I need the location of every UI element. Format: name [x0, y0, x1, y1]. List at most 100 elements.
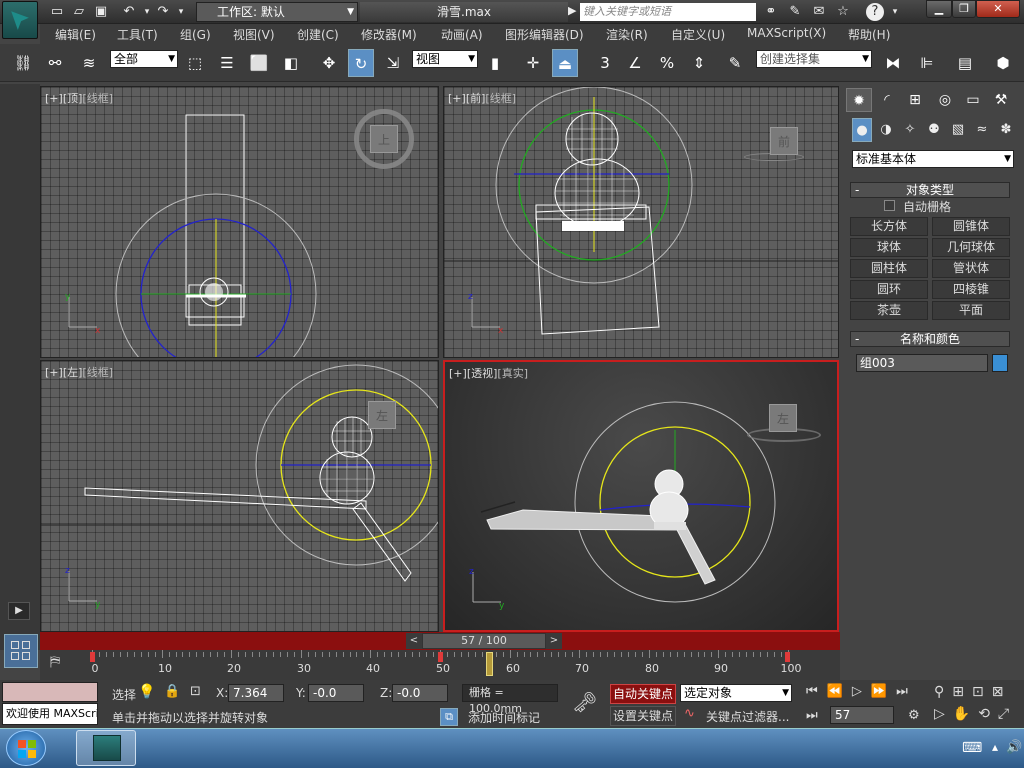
plane-button[interactable]: 平面 — [932, 301, 1010, 320]
motion-tab-icon[interactable]: ◎ — [932, 88, 958, 112]
menu-help[interactable]: 帮助(H) — [848, 26, 890, 43]
shapes-icon[interactable]: ◑ — [876, 118, 896, 142]
teapot-button[interactable]: 茶壶 — [850, 301, 928, 320]
volume-icon[interactable]: 🔊 — [1006, 740, 1022, 755]
time-configuration-icon[interactable]: ⚙ — [908, 708, 920, 723]
save-icon[interactable]: ▣ — [92, 3, 110, 21]
create-tab-icon[interactable]: ✹ — [846, 88, 872, 112]
systems-icon[interactable]: ✽ — [996, 118, 1016, 142]
pyramid-button[interactable]: 四棱锥 — [932, 280, 1010, 299]
helpers-icon[interactable]: ▧ — [948, 118, 968, 142]
viewport-perspective[interactable]: [+][透视][真实] zy 左 — [443, 360, 839, 632]
select-and-rotate-icon[interactable]: ↻ — [348, 49, 374, 77]
menu-customize[interactable]: 自定义(U) — [671, 26, 725, 43]
time-tag-icon[interactable]: ⧉ — [440, 708, 458, 726]
viewport-layout-icon[interactable] — [4, 634, 38, 668]
time-slider-thumb[interactable]: 57 / 100 — [422, 633, 546, 649]
key-filters-button[interactable]: 关键点过滤器... — [706, 708, 789, 725]
set-key-button[interactable]: 设置关键点 — [610, 706, 676, 726]
play-expand-icon[interactable]: ▶ — [8, 602, 30, 620]
menu-edit[interactable]: 编辑(E) — [55, 26, 96, 43]
name-color-rollout-header[interactable]: - 名称和颜色 — [850, 331, 1010, 347]
angle-snap-icon[interactable]: ∠ — [622, 49, 648, 77]
layer-manager-icon[interactable]: ▤ — [952, 49, 978, 77]
viewport-front[interactable]: [+][前][线框] zx 前 — [443, 86, 839, 358]
sphere-button[interactable]: 球体 — [850, 238, 928, 257]
geometry-icon[interactable]: ● — [852, 118, 872, 142]
mini-curve-editor-icon[interactable]: ⛿ — [50, 654, 60, 670]
key-marker[interactable] — [438, 652, 443, 662]
geosphere-button[interactable]: 几何球体 — [932, 238, 1010, 257]
mirror-icon[interactable]: ⧓ — [880, 49, 906, 77]
selection-filter-dropdown[interactable]: 全部 ▼ — [110, 50, 178, 68]
window-crossing-icon[interactable]: ◧ — [278, 49, 304, 77]
search-input[interactable]: 键入关键字或短语 — [580, 3, 756, 21]
auto-grid-checkbox[interactable] — [884, 200, 895, 211]
cameras-icon[interactable]: ⚉ — [924, 118, 944, 142]
reference-coordinate-dropdown[interactable]: 视图 ▼ — [412, 50, 478, 68]
workspace-dropdown[interactable]: 工作区: 默认 ▼ — [196, 2, 358, 22]
key-marker[interactable] — [90, 652, 95, 662]
space-warps-icon[interactable]: ≈ — [972, 118, 992, 142]
viewport-nav-top[interactable]: ⚲⊞⊡⊠ — [934, 684, 1011, 700]
object-name-input[interactable]: 组003 — [856, 354, 988, 372]
viewport-nav-bottom[interactable]: ▷✋⟲⤢ — [934, 706, 1017, 722]
tube-button[interactable]: 管状体 — [932, 259, 1010, 278]
search-expand-icon[interactable]: ▶ — [568, 4, 576, 17]
tray-expand-icon[interactable]: ▴ — [992, 740, 998, 754]
select-object-icon[interactable]: ⬚ — [182, 49, 208, 77]
hierarchy-tab-icon[interactable]: ⊞ — [902, 88, 928, 112]
auto-key-button[interactable]: 自动关键点 — [610, 684, 676, 704]
minimize-button[interactable]: ▁ — [926, 0, 952, 18]
select-and-manipulate-icon[interactable]: ✛ — [520, 49, 546, 77]
graphite-modeling-tools-icon[interactable]: ⬢ — [990, 49, 1016, 77]
percent-snap-icon[interactable]: % — [654, 49, 680, 77]
open-file-icon[interactable]: ▱ — [70, 3, 88, 21]
cone-button[interactable]: 圆锥体 — [932, 217, 1010, 236]
current-frame-field[interactable]: 57 — [830, 706, 894, 724]
next-frame-icon[interactable]: > — [546, 633, 562, 649]
menu-maxscript[interactable]: MAXScript(X) — [747, 26, 826, 40]
primitive-type-dropdown[interactable]: 标准基本体 ▼ — [852, 150, 1014, 168]
maxscript-listener-pink[interactable] — [2, 682, 98, 702]
x-coordinate-field[interactable]: 7.364 — [228, 684, 284, 702]
redo-icon[interactable]: ↷ — [154, 3, 172, 21]
z-coordinate-field[interactable]: -0.0 — [392, 684, 448, 702]
menu-graph-editors[interactable]: 图形编辑器(D) — [505, 26, 584, 43]
selection-lock-icon[interactable]: 🔒 — [164, 684, 180, 699]
align-icon[interactable]: ⊫ — [914, 49, 940, 77]
viewcube[interactable]: 前 — [770, 127, 798, 155]
key-marker[interactable] — [785, 652, 790, 662]
viewport-top[interactable]: [+][顶][线框] yx 上 — [40, 86, 439, 358]
set-key-icon[interactable]: 🗝 — [572, 690, 597, 714]
keyboard-icon[interactable]: ⌨ — [962, 740, 982, 756]
menu-rendering[interactable]: 渲染(R) — [606, 26, 648, 43]
cylinder-button[interactable]: 圆柱体 — [850, 259, 928, 278]
menu-views[interactable]: 视图(V) — [233, 26, 275, 43]
menu-group[interactable]: 组(G) — [180, 26, 211, 43]
spinner-snap-icon[interactable]: ⇕ — [686, 49, 712, 77]
box-button[interactable]: 长方体 — [850, 217, 928, 236]
select-and-move-icon[interactable]: ✥ — [316, 49, 342, 77]
object-type-rollout-header[interactable]: - 对象类型 — [850, 182, 1010, 198]
snaps-toggle-icon[interactable]: 3 — [592, 49, 618, 77]
key-mode-toggle-icon[interactable]: ⏭ — [806, 708, 818, 723]
undo-icon[interactable]: ↶ — [120, 3, 138, 21]
lights-icon[interactable]: ✧ — [900, 118, 920, 142]
unlink-icon[interactable]: ⚯ — [42, 49, 68, 77]
pivot-center-icon[interactable]: ▮ — [482, 49, 508, 77]
keyboard-shortcut-override-icon[interactable]: ⏏ — [552, 49, 578, 77]
utilities-tab-icon[interactable]: ⚒ — [988, 88, 1014, 112]
menu-animation[interactable]: 动画(A) — [441, 26, 483, 43]
menu-tools[interactable]: 工具(T) — [117, 26, 158, 43]
y-coordinate-field[interactable]: -0.0 — [308, 684, 364, 702]
add-time-tag[interactable]: 添加时间标记 — [468, 709, 540, 726]
maxscript-mini-listener[interactable]: 欢迎使用 MAXScri — [2, 703, 98, 725]
redo-dropdown-icon[interactable]: ▾ — [172, 3, 190, 21]
viewcube[interactable]: 左 — [368, 401, 396, 429]
help-icon[interactable]: ? — [866, 3, 884, 21]
viewcube[interactable]: 左 — [769, 404, 797, 432]
new-file-icon[interactable]: ▭ — [48, 3, 66, 21]
named-selection-dropdown[interactable]: 创建选择集 ▼ — [756, 50, 872, 68]
torus-button[interactable]: 圆环 — [850, 280, 928, 299]
